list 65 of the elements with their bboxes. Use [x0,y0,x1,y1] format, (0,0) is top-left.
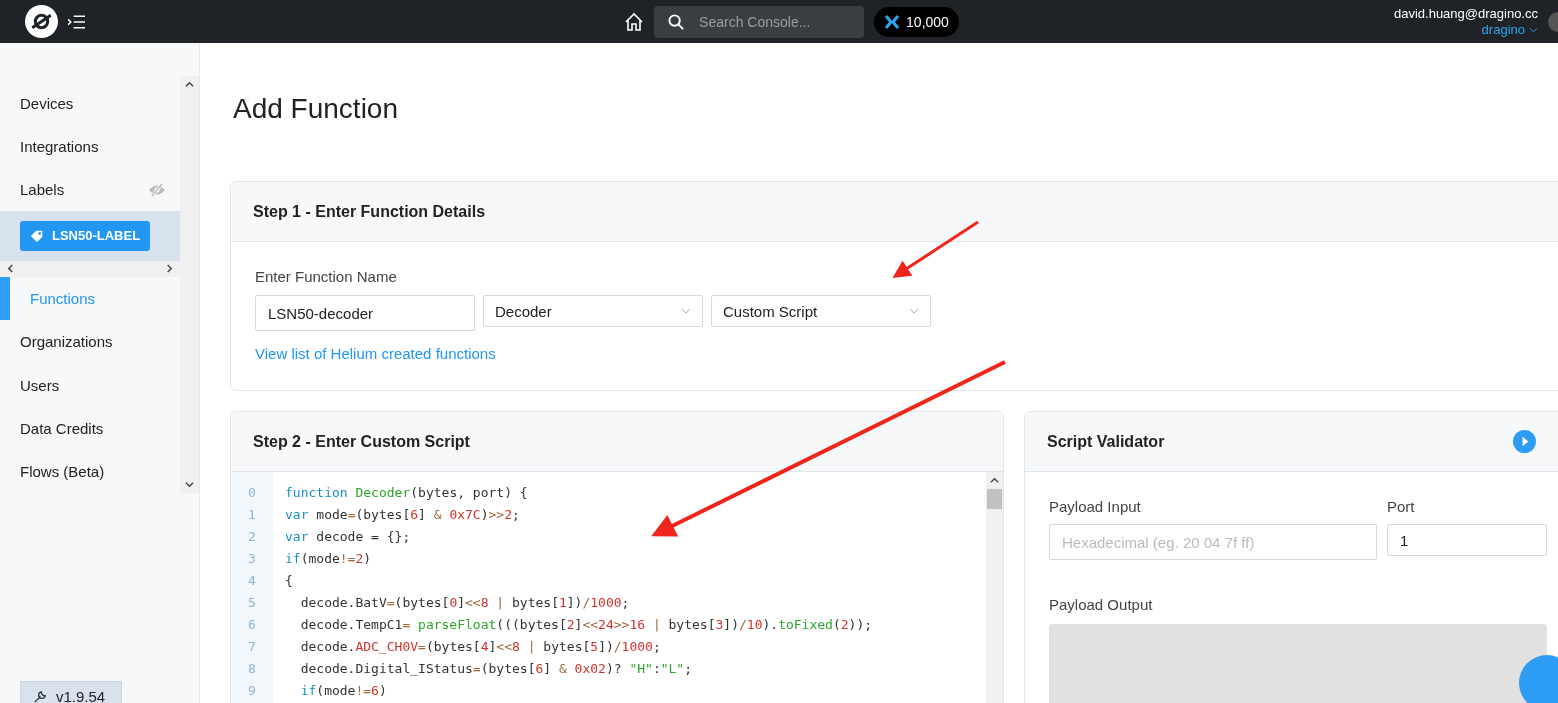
code-line: if(mode!=6) [299,682,388,700]
version-text: v1.9.54 [56,687,106,703]
field-label: Port [1387,498,1416,515]
menu-icon[interactable] [68,14,85,29]
wrench-icon [33,688,48,703]
code-line: var mode=(bytes[6] & 0x7C)>>2; [285,506,521,524]
type-select[interactable]: Decoder [483,295,703,327]
home-icon[interactable] [624,11,645,32]
sidebar-item[interactable]: Labels [0,168,181,212]
sidebar-item[interactable]: Devices [0,82,181,126]
sidebar-item[interactable]: Flows (Beta) [0,449,181,493]
line-number: 3 [248,550,256,568]
field-label: Payload Input [1049,498,1142,515]
scroll-up-icon[interactable] [185,80,195,89]
tag-icon [30,229,44,243]
field-label: Payload Output [1049,596,1154,613]
code-line: var decode = {}; [285,528,412,546]
code-line: decode.TempC1= parseFloat(((bytes[2]<<24>>16 | bytes[3])/10).toFixed(2)); [299,616,874,634]
code-editor[interactable] [231,472,1003,703]
card-title: Script Validator [1047,432,1165,451]
sidebar-item[interactable]: Users [0,363,181,407]
line-number: 9 [248,682,256,700]
user-email: david.huang@dragino.cc [1393,5,1538,22]
sidebar-item[interactable]: Integrations [0,125,181,169]
line-number: 4 [248,572,256,590]
scroll-up-icon[interactable] [990,476,999,485]
editor-scrollbar[interactable] [986,472,1003,703]
chevron-down-icon [909,308,919,314]
scroll-thumb[interactable] [987,489,1002,509]
line-number: 0 [248,484,256,502]
port-field[interactable]: 1 [1387,524,1547,556]
code-line: decode.BatV=(bytes[0]<<8 | bytes[1])/1000; [299,594,631,612]
line-number: 2 [248,528,256,546]
scroll-left-icon[interactable] [6,264,15,274]
payload-input-field[interactable]: Hexadecimal (eg. 20 04 7f ff) [1049,524,1377,560]
code-line: function Decoder(bytes, port) { [285,484,529,502]
field-label: Enter Function Name [255,268,398,285]
play-icon[interactable] [1513,430,1536,453]
line-number: 7 [248,638,256,656]
credits-badge[interactable]: 10,000 [874,6,959,37]
chevron-down-icon [1529,26,1538,33]
scroll-down-icon[interactable] [185,480,195,489]
line-number: 8 [248,660,256,678]
x-logo-icon [884,13,901,30]
code-line: decode.Digital_IStatus=(bytes[6] & 0x02)? "H":"L"; [299,660,694,678]
credits-count: 10,000 [906,13,949,30]
code-line: if(mode!=2) [285,550,373,568]
page-title: Add Function [233,93,399,125]
card-title: Step 1 - Enter Function Details [253,202,486,221]
sidebar-item[interactable]: Organizations [0,320,181,364]
card-title: Step 2 - Enter Custom Script [253,432,470,451]
function-name-field[interactable]: LSN50-decoder [255,295,475,331]
scroll-right-icon[interactable] [165,264,175,274]
sidebar-item[interactable]: Data Credits [0,406,181,450]
code-line: decode.ADC_CH0V=(bytes[4]<<8 | bytes[5])/1000; [299,638,662,656]
line-number: 6 [248,616,256,634]
vertical-scrollbar[interactable] [180,76,199,493]
chevron-down-icon [681,308,691,314]
search-field[interactable]: Search Console... [654,5,865,38]
logo-icon[interactable] [25,5,58,38]
line-number: 1 [248,506,256,524]
format-select[interactable]: Custom Script [711,295,931,327]
org-dropdown[interactable]: dragino [1481,21,1538,38]
code-line: { [285,572,294,590]
line-number: 5 [248,594,256,612]
